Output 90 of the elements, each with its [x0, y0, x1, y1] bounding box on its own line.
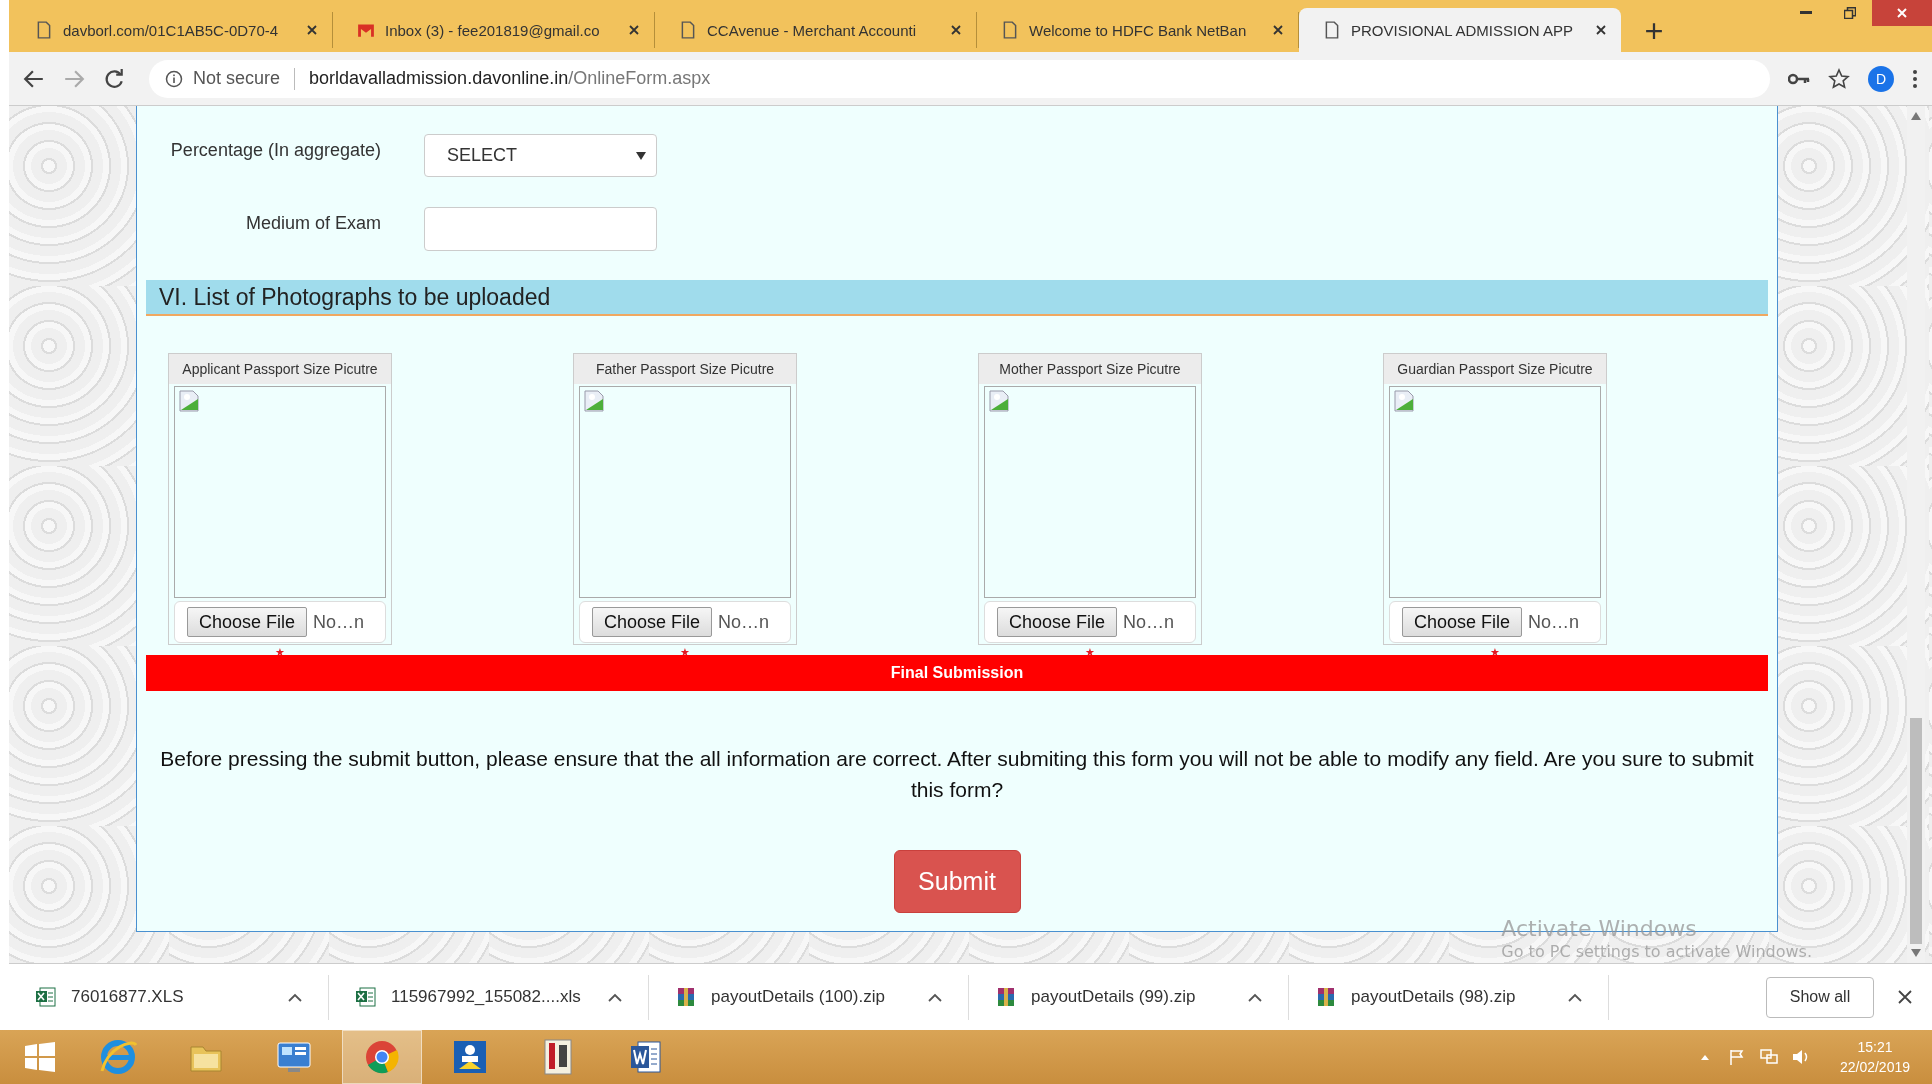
page-icon — [1323, 21, 1341, 39]
close-icon[interactable] — [1595, 24, 1607, 36]
minimize-icon[interactable] — [1800, 11, 1812, 15]
section-header: VI. List of Photographs to be uploaded — [146, 280, 1768, 316]
word-processor-icon — [631, 1041, 661, 1073]
scroll-up-icon[interactable] — [1911, 112, 1921, 120]
close-icon[interactable] — [950, 24, 962, 36]
close-icon[interactable] — [1898, 990, 1912, 1004]
profile-avatar[interactable]: D — [1868, 65, 1894, 92]
broken-image-icon — [583, 390, 605, 412]
close-icon[interactable] — [1272, 24, 1284, 36]
card-caption: Guardian Passport Size Picutre — [1384, 354, 1606, 384]
reader-icon — [454, 1041, 486, 1073]
file-field[interactable]: Choose File No…n — [984, 601, 1196, 643]
archive-icon — [675, 986, 697, 1008]
file-status: No…n — [313, 611, 365, 633]
required-mark: ★ — [680, 646, 690, 658]
menu-icon[interactable] — [1912, 68, 1918, 89]
submit-button[interactable]: Submit — [893, 850, 1021, 913]
choose-file-button[interactable]: Choose File — [1402, 607, 1523, 637]
download-item[interactable]: payoutDetails (100).zip — [649, 974, 969, 1020]
ledger-icon — [544, 1039, 572, 1075]
download-item[interactable]: 76016877.XLS — [9, 974, 329, 1020]
scroll-thumb[interactable] — [1910, 718, 1922, 944]
show-all-button[interactable]: Show all — [1766, 976, 1874, 1018]
close-icon[interactable] — [306, 24, 318, 36]
mail-icon — [357, 21, 375, 39]
download-item[interactable]: payoutDetails (99).zip — [969, 974, 1289, 1020]
file-field[interactable]: Choose File No…n — [1389, 601, 1601, 643]
choose-file-button[interactable]: Choose File — [997, 607, 1118, 637]
file-field[interactable]: Choose File No…n — [579, 601, 791, 643]
reload-icon[interactable] — [103, 67, 125, 90]
choose-file-button[interactable]: Choose File — [592, 607, 713, 637]
caret-icon[interactable] — [928, 992, 942, 1002]
activation-subtitle: Go to PC settings to activate Windows. — [1501, 943, 1812, 961]
browser-tab[interactable]: Inbox (3) - fee201819@gmail.co — [333, 12, 655, 48]
file-status: No…n — [718, 611, 770, 633]
restore-icon[interactable] — [1844, 7, 1856, 19]
select-field[interactable]: SELECT — [424, 134, 657, 177]
spreadsheet-icon — [35, 986, 57, 1008]
chrome-icon — [366, 1041, 399, 1074]
archive-icon — [1315, 986, 1337, 1008]
final-submission-bar: Final Submission — [146, 655, 1768, 691]
field-label: Percentage (In aggregate) — [169, 139, 381, 162]
info-icon[interactable] — [165, 69, 183, 88]
choose-file-button[interactable]: Choose File — [187, 607, 308, 637]
page-icon — [35, 21, 53, 39]
caret-icon[interactable] — [288, 992, 302, 1002]
required-mark: ★ — [1490, 646, 1500, 658]
security-label: Not secure — [193, 68, 281, 89]
start-icon[interactable] — [24, 1041, 56, 1073]
card-caption: Applicant Passport Size Picutre — [169, 354, 391, 384]
confirmation-text: Before pressing the submit button, please ensure that the all information are correct. After submiting this form you will not be able to modify any field. Are you sure to submit this form? — [159, 746, 1755, 803]
page-icon — [679, 21, 697, 39]
broken-image-icon — [178, 390, 200, 412]
volume-icon[interactable] — [1791, 1049, 1810, 1065]
download-item[interactable]: 115967992_155082....xls — [329, 974, 649, 1020]
caret-icon[interactable] — [1568, 992, 1582, 1002]
control-panel-icon — [277, 1042, 311, 1072]
close-icon[interactable] — [628, 24, 640, 36]
key-icon[interactable] — [1788, 71, 1810, 86]
caret-icon[interactable] — [636, 151, 646, 160]
required-mark: ★ — [1085, 646, 1095, 658]
scroll-down-icon[interactable] — [1911, 949, 1921, 957]
file-status: No…n — [1123, 611, 1175, 633]
browser-tab[interactable]: PROVISIONAL ADMISSION APP — [1299, 8, 1621, 52]
file-field[interactable]: Choose File No…n — [174, 601, 386, 643]
browser-tab[interactable]: davborl.com/01C1AB5C-0D70-4 — [11, 12, 333, 48]
url-text: borldavalladmission.davonline.in/OnlineForm.aspx — [309, 68, 711, 89]
scrollbar[interactable] — [1907, 106, 1925, 963]
archive-icon — [995, 986, 1017, 1008]
broken-image-icon — [988, 390, 1010, 412]
address-bar[interactable]: Not secure borldavalladmission.davonline.in/OnlineForm.aspx — [149, 59, 1770, 98]
required-mark: ★ — [275, 646, 285, 658]
star-icon[interactable] — [1828, 67, 1850, 90]
input-field[interactable] — [424, 207, 657, 251]
spreadsheet-icon — [355, 986, 377, 1008]
page-icon — [1001, 21, 1019, 39]
close-window-button[interactable] — [1872, 0, 1932, 26]
browser-icon — [100, 1040, 137, 1074]
caret-icon[interactable] — [1248, 992, 1262, 1002]
broken-image-icon — [1393, 390, 1415, 412]
browser-tab[interactable]: CCAvenue - Merchant Accounti — [655, 12, 977, 48]
folder-icon — [190, 1046, 222, 1072]
caret-icon[interactable] — [608, 992, 622, 1002]
file-status: No…n — [1528, 611, 1580, 633]
field-label: Medium of Exam — [244, 212, 381, 235]
card-caption: Father Passport Size Picutre — [574, 354, 796, 384]
download-item[interactable]: payoutDetails (98).zip — [1289, 974, 1609, 1020]
card-caption: Mother Passport Size Picutre — [979, 354, 1201, 384]
